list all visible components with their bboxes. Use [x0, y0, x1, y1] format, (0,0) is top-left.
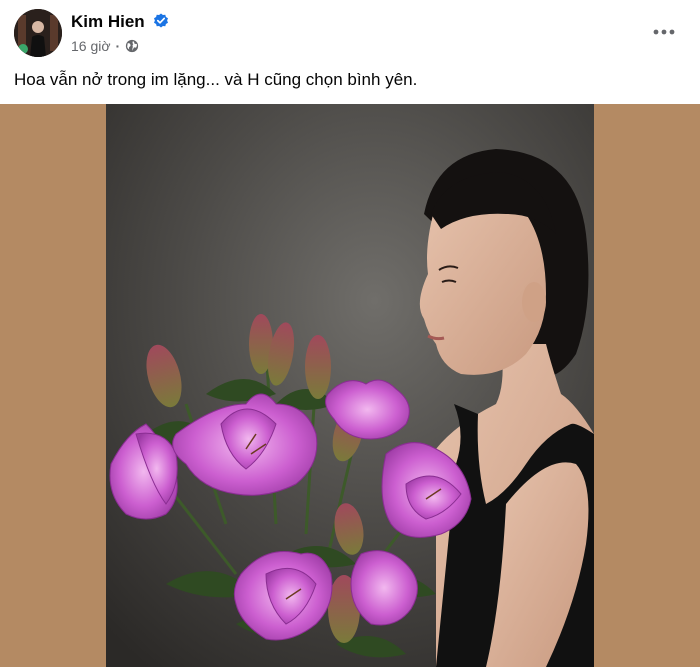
post-photo-container[interactable]: [0, 104, 700, 667]
photo-woman-with-lilies: [106, 104, 594, 667]
verified-badge-icon: [154, 13, 168, 28]
post-caption: Hoa vẫn nở trong im lặng... và H cũng ch…: [14, 70, 418, 89]
more-horizontal-icon: [653, 29, 675, 35]
avatar-photo: [14, 9, 62, 57]
more-options-button[interactable]: [648, 16, 680, 48]
author-name[interactable]: Kim Hien: [71, 12, 145, 32]
author-avatar[interactable]: [14, 9, 62, 57]
globe-icon[interactable]: [125, 39, 139, 53]
post-meta: 16 giờ ·: [71, 37, 139, 55]
post-photo[interactable]: [106, 104, 594, 667]
post-header: Kim Hien 16 giờ ·: [0, 0, 700, 62]
facebook-post: Kim Hien 16 giờ · Hoa vẫn nở trong im lặ…: [0, 0, 700, 667]
meta-separator: ·: [115, 38, 121, 54]
post-timestamp[interactable]: 16 giờ: [71, 38, 111, 54]
